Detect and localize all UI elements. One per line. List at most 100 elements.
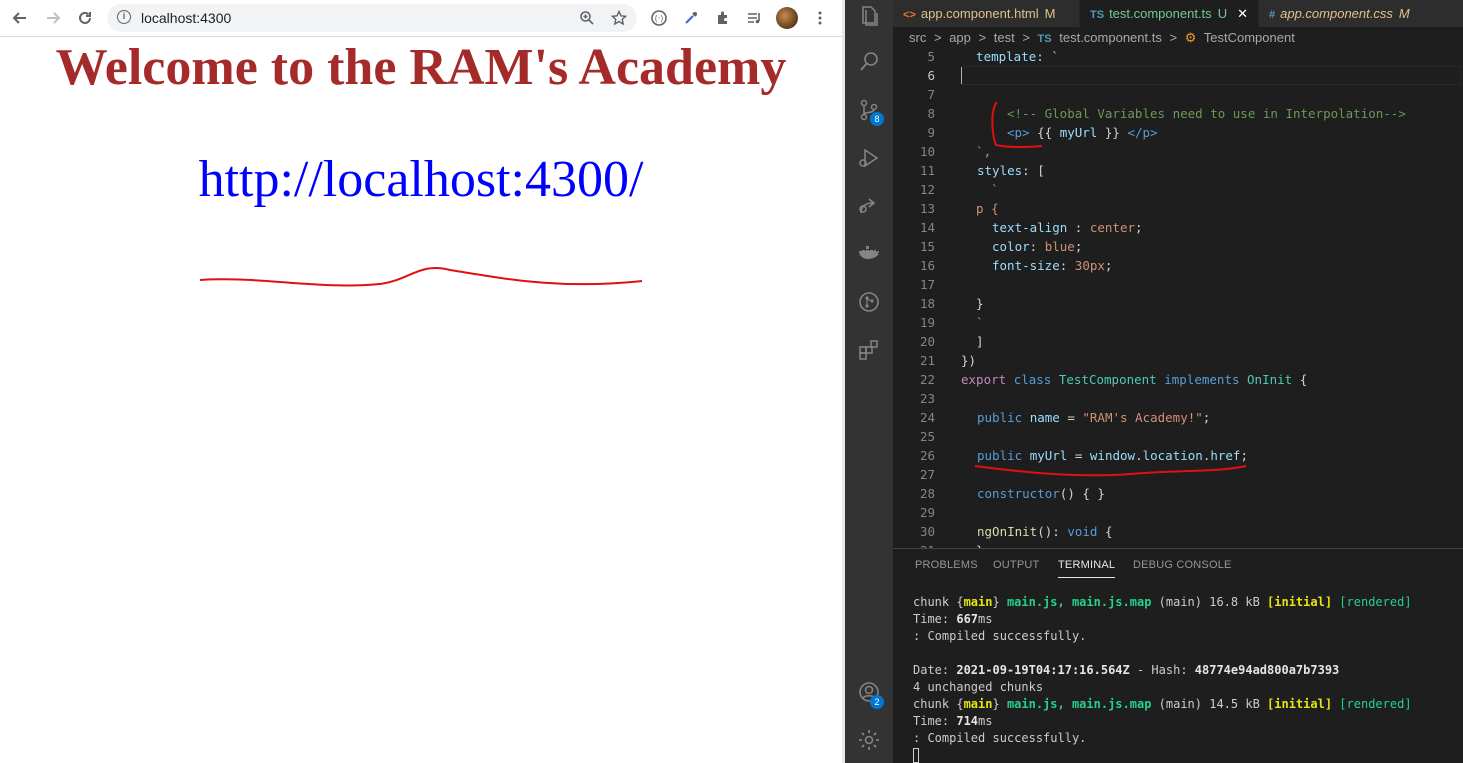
breadcrumb-separator: > [933,30,942,45]
tab-status: U [1217,6,1228,21]
line-number: 28 [919,486,935,501]
line-number: 12 [919,182,935,197]
accounts-count-badge: 2 [870,695,884,709]
page-heading: Welcome to the RAM's Academy [55,39,787,96]
close-icon[interactable]: ✕ [1237,6,1248,21]
line-number: 15 [919,239,935,254]
line-number: 13 [919,201,935,216]
code-line: <!-- Global Variables need to use in Int… [1007,106,1406,121]
docker-icon[interactable] [857,242,881,266]
code-line: export class TestComponent implements On… [961,372,1308,387]
code-line: } [961,541,984,548]
extension-icon[interactable]: (·) [647,6,671,30]
code-line: constructor() { } [977,486,1105,501]
live-share-icon[interactable] [857,194,881,218]
code-line: `, [961,144,992,159]
breadcrumb-item[interactable]: test [994,30,1015,45]
line-number: 22 [919,372,935,387]
code-line: } [961,296,984,311]
line-number: 31 [893,541,935,548]
bottom-panel: PROBLEMS OUTPUT TERMINAL DEBUG CONSOLE c… [893,548,1463,763]
line-number: 17 [919,277,935,292]
svg-text:(·): (·) [655,14,664,23]
profile-avatar[interactable] [776,7,798,29]
breadcrumb-separator: > [978,30,987,45]
code-line: color: blue; [992,239,1083,254]
code-line: public name = "RAM's Academy!"; [977,410,1211,425]
line-number: 24 [919,410,935,425]
code-line: text-align : center; [992,220,1143,235]
terminal-line: Time: 667ms [913,612,993,626]
reload-icon[interactable] [73,6,97,30]
code-line: font-size: 30px; [992,258,1113,273]
line-number: 25 [919,429,935,444]
tab-label: app.component.css [1280,6,1393,21]
terminal-line: Date: 2021-09-19T04:17:16.564Z - Hash: 4… [913,663,1340,677]
line-number: 23 [919,391,935,406]
tab-test-component-ts[interactable]: TS test.component.ts U ✕ [1080,0,1258,27]
breadcrumb-separator: > [1169,30,1178,45]
breadcrumb-separator: > [1022,30,1030,45]
media-queue-icon[interactable] [742,6,766,30]
terminal-line: chunk {main} main.js, main.js.map (main)… [913,697,1412,711]
breadcrumb-item[interactable]: TestComponent [1204,30,1295,45]
explorer-icon[interactable] [857,4,881,28]
vscode-window: 8 2 <> app.component.html M TS test.compone… [845,0,1463,763]
line-number: 11 [919,163,935,178]
eyedropper-icon[interactable] [679,6,703,30]
activity-bar: 8 2 [845,0,893,763]
typescript-file-icon: TS [1090,9,1105,21]
line-number: 30 [919,524,935,539]
terminal-output[interactable]: chunk {main} main.js, main.js.map (main)… [913,594,1458,763]
tab-output[interactable]: OUTPUT [993,559,1039,571]
class-symbol-icon: ⚙ [1184,30,1197,45]
address-bar-url[interactable]: localhost:4300 [141,10,231,26]
breadcrumb-item[interactable]: app [949,30,971,45]
breadcrumb-item[interactable]: src [909,30,926,45]
site-info-icon[interactable]: i [117,10,131,24]
extensions-icon[interactable] [857,338,881,362]
forward-arrow-icon[interactable] [41,6,65,30]
line-number: 26 [919,448,935,463]
tab-terminal[interactable]: TERMINAL [1058,559,1116,578]
line-number: 14 [919,220,935,235]
address-bar[interactable]: i localhost:4300 [107,4,637,32]
bookmark-star-icon[interactable] [607,6,631,30]
terminal-line [913,747,1458,763]
code-line: <p> {{ myUrl }} </p> [1007,125,1158,140]
zoom-icon[interactable] [575,6,599,30]
code-editor[interactable]: 5 template: ` 6 7 8 <!-- Global Variables… [893,48,1463,548]
tab-app-component-html[interactable]: <> app.component.html M [893,0,1079,27]
terminal-line: : Compiled successfully. [913,629,1087,643]
extensions-puzzle-icon[interactable] [711,6,735,30]
back-arrow-icon[interactable] [8,6,32,30]
line-number: 5 [927,49,935,64]
terminal-line: Time: 714ms [913,714,993,728]
settings-gear-icon[interactable] [857,728,881,752]
text-cursor [961,67,962,84]
code-line: public myUrl = window.location.href; [977,448,1248,463]
terminal-line: 4 unchanged chunks [913,680,1044,694]
tab-label: test.component.ts [1109,6,1212,21]
tab-status: M [1398,6,1410,21]
git-graph-icon[interactable] [857,290,881,314]
tab-status: M [1044,6,1056,21]
menu-kebab-icon[interactable] [808,6,832,30]
page-content [0,38,842,763]
code-line: ` [961,182,999,197]
line-number: 16 [919,258,935,273]
terminal-cursor [913,748,919,763]
tab-app-component-css[interactable]: # app.component.css M [1259,0,1463,27]
css-file-icon: # [1269,9,1276,21]
search-icon[interactable] [857,50,881,74]
tab-problems[interactable]: PROBLEMS [915,559,978,571]
run-debug-icon[interactable] [857,146,881,170]
code-line: ` [961,315,984,330]
breadcrumb-item[interactable]: test.component.ts [1059,30,1162,45]
tab-debug-console[interactable]: DEBUG CONSOLE [1133,559,1232,571]
scm-count-badge: 8 [870,112,884,126]
line-number: 6 [927,68,935,83]
code-line: ngOnInit(): void { [977,524,1113,539]
line-number: 18 [919,296,935,311]
